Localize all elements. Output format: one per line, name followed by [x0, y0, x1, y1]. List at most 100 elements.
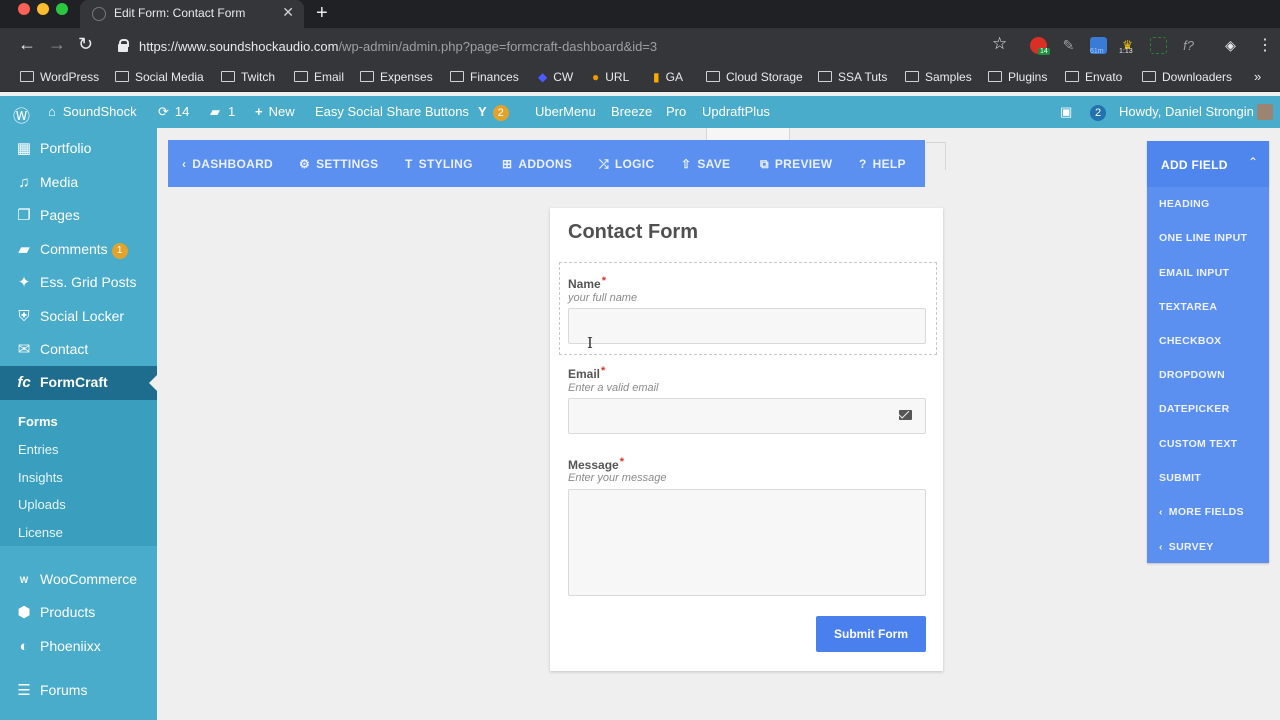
submit-form-button[interactable]: Submit Form: [816, 616, 926, 652]
browser-menu-icon[interactable]: ⋮: [1257, 35, 1273, 55]
bookmark-item[interactable]: ● URL: [592, 70, 629, 84]
bookmark-item[interactable]: Finances: [450, 70, 519, 84]
sidebar-item-formcraft[interactable]: fc FormCraft: [0, 366, 157, 400]
sidebar-item-ess-grid[interactable]: ✦ Ess. Grid Posts: [0, 266, 157, 300]
submenu-item-forms[interactable]: Forms: [18, 414, 58, 429]
adminbar-item[interactable]: Easy Social Share Buttons: [315, 104, 469, 119]
bookmark-item[interactable]: ◆ CW: [538, 70, 573, 84]
site-name-link[interactable]: ⌂ SoundShock: [48, 104, 137, 119]
add-custom-text-button[interactable]: CUSTOM TEXT: [1159, 438, 1237, 450]
add-heading-button[interactable]: HEADING: [1159, 198, 1210, 210]
settings-button[interactable]: ⚙ SETTINGS: [299, 157, 378, 171]
add-dropdown-button[interactable]: DROPDOWN: [1159, 369, 1225, 381]
minimize-window-button[interactable]: [37, 3, 49, 15]
pen-extension-icon[interactable]: ✎: [1060, 37, 1077, 54]
add-checkbox-button[interactable]: CHECKBOX: [1159, 335, 1222, 347]
layers-extension-icon[interactable]: ◈: [1222, 37, 1239, 54]
url-host: https://www.soundshockaudio.com: [139, 39, 339, 54]
name-input[interactable]: [568, 308, 926, 344]
bookmark-star-icon[interactable]: ☆: [992, 34, 1007, 54]
bookmark-item[interactable]: Email: [294, 70, 344, 84]
phoeniixx-icon: ◐: [19, 638, 29, 655]
upload-icon: ⇧: [681, 157, 692, 171]
add-email-input-button[interactable]: EMAIL INPUT: [1159, 267, 1229, 279]
browser-tab[interactable]: Edit Form: Contact Form ✕: [80, 0, 304, 28]
more-bookmarks-button[interactable]: »: [1254, 69, 1261, 84]
yoast-link[interactable]: Y2: [478, 104, 509, 121]
tab-favicon-icon: [92, 7, 106, 21]
submenu-item-insights[interactable]: Insights: [18, 470, 63, 485]
notification-icon[interactable]: ▣: [1060, 104, 1072, 120]
extension-badge: 14: [1038, 48, 1050, 55]
bookmark-item[interactable]: Social Media: [115, 70, 204, 84]
add-datepicker-button[interactable]: DATEPICKER: [1159, 403, 1229, 415]
sidebar-item-forums[interactable]: ☰ Forums: [0, 674, 157, 708]
submenu-item-entries[interactable]: Entries: [18, 442, 58, 457]
zoom-window-button[interactable]: [56, 3, 68, 15]
comments-link[interactable]: ▰ 1: [210, 104, 235, 120]
media-icon: ♫: [18, 174, 30, 191]
forums-icon: ☰: [17, 682, 31, 699]
bookmark-item[interactable]: Plugins: [988, 70, 1047, 84]
bookmark-item[interactable]: SSA Tuts: [818, 70, 887, 84]
adminbar-item[interactable]: Pro: [666, 104, 686, 119]
sidebar-item-comments[interactable]: ▰ Comments 1: [0, 233, 157, 267]
bookmark-item[interactable]: ▮ GA: [653, 70, 683, 84]
help-button[interactable]: ? HELP: [859, 157, 906, 171]
bookmark-item[interactable]: Downloaders: [1142, 70, 1232, 84]
bookmark-item[interactable]: Twitch: [221, 70, 275, 84]
add-submit-button[interactable]: SUBMIT: [1159, 472, 1201, 484]
tab-title: Edit Form: Contact Form: [114, 6, 246, 20]
products-icon: ⬢: [17, 604, 31, 621]
sidebar-item-social-locker[interactable]: ⛨ Social Locker: [0, 300, 157, 334]
sidebar-item-media[interactable]: ♫ Media: [0, 166, 157, 200]
updates-link[interactable]: ⟳ 14: [158, 104, 189, 120]
sidebar-item-phoeniixx[interactable]: ◐ Phoeniixx: [0, 630, 157, 664]
add-textarea-button[interactable]: TEXTAREA: [1159, 301, 1217, 313]
dashboard-button[interactable]: ‹ DASHBOARD: [182, 157, 273, 171]
preview-button[interactable]: ⧉ PREVIEW: [760, 157, 832, 172]
adminbar-item[interactable]: Breeze: [611, 104, 652, 119]
submenu-item-license[interactable]: License: [18, 525, 63, 540]
bookmark-item[interactable]: Samples: [905, 70, 972, 84]
close-tab-icon[interactable]: ✕: [282, 4, 294, 21]
submenu-item-uploads[interactable]: Uploads: [18, 497, 66, 512]
bookmark-item[interactable]: WordPress: [20, 70, 99, 84]
sidebar-item-contact[interactable]: ✉ Contact: [0, 333, 157, 367]
addons-button[interactable]: ⊞ ADDONS: [502, 157, 572, 171]
message-textarea[interactable]: [568, 489, 926, 596]
new-tab-button[interactable]: +: [316, 2, 328, 25]
notification-count[interactable]: 2: [1090, 104, 1107, 121]
bookmark-item[interactable]: Envato: [1065, 70, 1122, 84]
green-grid-extension-icon[interactable]: [1150, 37, 1167, 54]
address-bar[interactable]: https://www.soundshockaudio.com/wp-admin…: [108, 31, 1028, 61]
pages-icon: ❐: [17, 207, 31, 224]
survey-button[interactable]: ‹ SURVEY: [1159, 541, 1214, 553]
avatar[interactable]: [1257, 104, 1273, 120]
back-arrow-icon[interactable]: ←: [18, 34, 36, 55]
wordpress-logo-icon[interactable]: Ⓦ: [13, 102, 30, 127]
add-field-header[interactable]: ADD FIELD ⌃: [1147, 141, 1269, 187]
reload-icon[interactable]: ↻: [78, 34, 93, 55]
sidebar-item-portfolio[interactable]: ▦ Portfolio: [0, 132, 157, 166]
folder-icon: [706, 71, 720, 82]
logic-button[interactable]: ⤮ LOGIC: [599, 157, 654, 172]
new-content-link[interactable]: + New: [255, 104, 295, 119]
forward-arrow-icon[interactable]: →: [48, 34, 66, 55]
bookmark-item[interactable]: Cloud Storage: [706, 70, 803, 84]
save-button[interactable]: ⇧ SAVE: [681, 157, 730, 171]
sidebar-item-products[interactable]: ⬢ Products: [0, 596, 157, 630]
function-extension-icon[interactable]: f?: [1180, 37, 1197, 54]
sidebar-item-woocommerce[interactable]: W WooCommerce: [0, 563, 157, 597]
email-input[interactable]: [568, 398, 926, 434]
bookmark-item[interactable]: Expenses: [360, 70, 433, 84]
more-fields-button[interactable]: ‹ MORE FIELDS: [1159, 506, 1244, 518]
adminbar-item[interactable]: UberMenu: [535, 104, 596, 119]
adminbar-item[interactable]: UpdraftPlus: [702, 104, 770, 119]
form-title[interactable]: Contact Form: [568, 221, 698, 244]
close-window-button[interactable]: [18, 3, 30, 15]
add-one-line-input-button[interactable]: ONE LINE INPUT: [1159, 232, 1247, 244]
styling-button[interactable]: T STYLING: [405, 157, 473, 171]
sidebar-item-pages[interactable]: ❐ Pages: [0, 199, 157, 233]
user-greeting[interactable]: Howdy, Daniel Strongin: [1119, 104, 1254, 119]
